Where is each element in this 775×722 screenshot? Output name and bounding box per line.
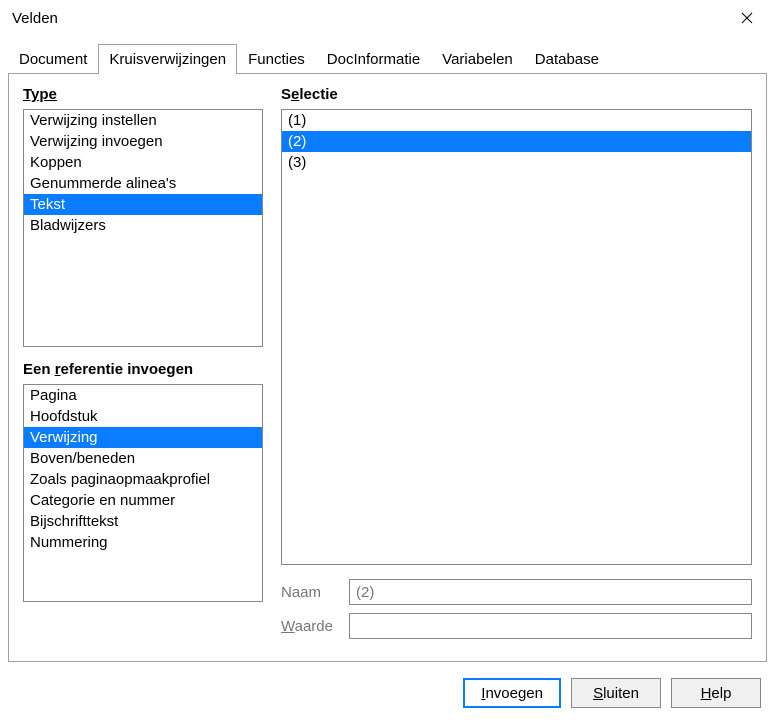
titlebar: Velden bbox=[0, 0, 775, 36]
type-item[interactable]: Verwijzing invoegen bbox=[24, 131, 262, 152]
selection-item[interactable]: (2) bbox=[282, 131, 751, 152]
tab-database[interactable]: Database bbox=[524, 44, 610, 74]
tab-bar: Document Kruisverwijzingen Functies DocI… bbox=[0, 36, 775, 74]
reference-item[interactable]: Categorie en nummer bbox=[24, 490, 262, 511]
type-item[interactable]: Genummerde alinea's bbox=[24, 173, 262, 194]
dialog-window: Velden Document Kruisverwijzingen Functi… bbox=[0, 0, 775, 722]
selection-label: Selectie bbox=[281, 86, 752, 103]
tab-variables[interactable]: Variabelen bbox=[431, 44, 524, 74]
reference-item[interactable]: Pagina bbox=[24, 385, 262, 406]
reference-item[interactable]: Bijschrifttekst bbox=[24, 511, 262, 532]
window-close-button[interactable] bbox=[731, 2, 763, 34]
reference-item[interactable]: Boven/beneden bbox=[24, 448, 262, 469]
type-item[interactable]: Koppen bbox=[24, 152, 262, 173]
type-listbox[interactable]: Verwijzing instellen Verwijzing invoegen… bbox=[23, 109, 263, 347]
close-button[interactable]: Sluiten bbox=[571, 678, 661, 708]
type-item[interactable]: Bladwijzers bbox=[24, 215, 262, 236]
insert-button[interactable]: Invoegen bbox=[463, 678, 561, 708]
tab-content: Type Verwijzing instellen Verwijzing inv… bbox=[8, 74, 767, 662]
tab-cross-references[interactable]: Kruisverwijzingen bbox=[98, 44, 237, 74]
window-title: Velden bbox=[12, 10, 58, 27]
type-item[interactable]: Verwijzing instellen bbox=[24, 110, 262, 131]
value-field[interactable] bbox=[349, 613, 752, 639]
tab-document[interactable]: Document bbox=[8, 44, 98, 74]
selection-item[interactable]: (1) bbox=[282, 110, 751, 131]
name-field-row: Naam bbox=[281, 579, 752, 605]
close-icon bbox=[741, 12, 753, 24]
type-item[interactable]: Tekst bbox=[24, 194, 262, 215]
value-field-label: Waarde bbox=[281, 618, 339, 635]
reference-item[interactable]: Hoofdstuk bbox=[24, 406, 262, 427]
tab-functions[interactable]: Functies bbox=[237, 44, 316, 74]
reference-label: Een referentie invoegen bbox=[23, 361, 263, 378]
reference-listbox[interactable]: Pagina Hoofdstuk Verwijzing Boven/benede… bbox=[23, 384, 263, 602]
help-button[interactable]: Help bbox=[671, 678, 761, 708]
left-column: Type Verwijzing instellen Verwijzing inv… bbox=[23, 86, 263, 647]
reference-item[interactable]: Verwijzing bbox=[24, 427, 262, 448]
right-column: Selectie (1) (2) (3) Naam Waarde bbox=[281, 86, 752, 647]
reference-item[interactable]: Zoals paginaopmaakprofiel bbox=[24, 469, 262, 490]
reference-item[interactable]: Nummering bbox=[24, 532, 262, 553]
selection-listbox[interactable]: (1) (2) (3) bbox=[281, 109, 752, 565]
value-field-row: Waarde bbox=[281, 613, 752, 639]
dialog-button-row: Invoegen Sluiten Help bbox=[0, 670, 775, 722]
name-field-label: Naam bbox=[281, 584, 339, 601]
selection-item[interactable]: (3) bbox=[282, 152, 751, 173]
type-label: Type bbox=[23, 86, 263, 103]
name-field[interactable] bbox=[349, 579, 752, 605]
tab-docinfo[interactable]: DocInformatie bbox=[316, 44, 431, 74]
